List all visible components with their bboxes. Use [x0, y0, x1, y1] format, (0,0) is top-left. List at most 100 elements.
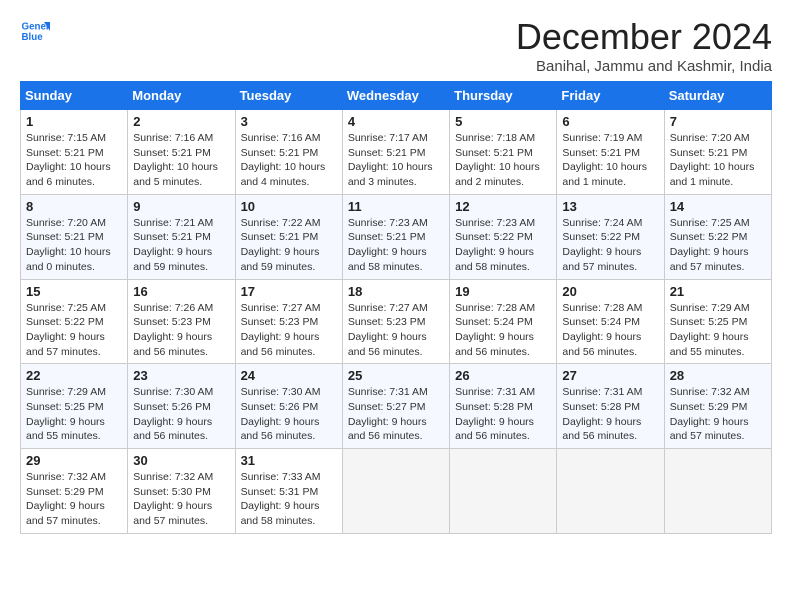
- header-row: SundayMondayTuesdayWednesdayThursdayFrid…: [21, 82, 772, 110]
- day-cell: 11 Sunrise: 7:23 AM Sunset: 5:21 PM Dayli…: [342, 194, 449, 279]
- day-info: Sunrise: 7:20 AM Sunset: 5:21 PM Dayligh…: [26, 216, 122, 275]
- day-number: 29: [26, 453, 122, 468]
- day-cell: 28 Sunrise: 7:32 AM Sunset: 5:29 PM Dayli…: [664, 364, 771, 449]
- day-number: 11: [348, 199, 444, 214]
- day-cell: 5 Sunrise: 7:18 AM Sunset: 5:21 PM Daylig…: [450, 110, 557, 195]
- day-info: Sunrise: 7:31 AM Sunset: 5:27 PM Dayligh…: [348, 385, 444, 444]
- day-info: Sunrise: 7:31 AM Sunset: 5:28 PM Dayligh…: [562, 385, 658, 444]
- day-number: 19: [455, 284, 551, 299]
- day-cell: 13Sunrise: 7:24 AM Sunset: 5:22 PM Dayli…: [557, 194, 664, 279]
- day-info: Sunrise: 7:20 AM Sunset: 5:21 PM Dayligh…: [670, 131, 766, 190]
- day-cell: 26 Sunrise: 7:31 AM Sunset: 5:28 PM Dayli…: [450, 364, 557, 449]
- day-number: 17: [241, 284, 337, 299]
- day-number: 27: [562, 368, 658, 383]
- header-cell-wednesday: Wednesday: [342, 82, 449, 110]
- day-cell: 12 Sunrise: 7:23 AM Sunset: 5:22 PM Dayli…: [450, 194, 557, 279]
- day-cell: 6 Sunrise: 7:19 AM Sunset: 5:21 PM Daylig…: [557, 110, 664, 195]
- day-number: 13: [562, 199, 658, 214]
- day-info: Sunrise: 7:19 AM Sunset: 5:21 PM Dayligh…: [562, 131, 658, 190]
- week-row-3: 15Sunrise: 7:25 AM Sunset: 5:22 PM Dayli…: [21, 279, 772, 364]
- header-cell-saturday: Saturday: [664, 82, 771, 110]
- day-number: 5: [455, 114, 551, 129]
- day-info: Sunrise: 7:28 AM Sunset: 5:24 PM Dayligh…: [455, 301, 551, 360]
- day-cell: 17 Sunrise: 7:27 AM Sunset: 5:23 PM Dayli…: [235, 279, 342, 364]
- week-row-1: 1Sunrise: 7:15 AM Sunset: 5:21 PM Daylig…: [21, 110, 772, 195]
- day-cell: 8 Sunrise: 7:20 AM Sunset: 5:21 PM Daylig…: [21, 194, 128, 279]
- day-info: Sunrise: 7:29 AM Sunset: 5:25 PM Dayligh…: [670, 301, 766, 360]
- day-info: Sunrise: 7:27 AM Sunset: 5:23 PM Dayligh…: [241, 301, 337, 360]
- day-number: 20: [562, 284, 658, 299]
- day-cell: 15Sunrise: 7:25 AM Sunset: 5:22 PM Dayli…: [21, 279, 128, 364]
- day-info: Sunrise: 7:21 AM Sunset: 5:21 PM Dayligh…: [133, 216, 229, 275]
- day-info: Sunrise: 7:26 AM Sunset: 5:23 PM Dayligh…: [133, 301, 229, 360]
- day-info: Sunrise: 7:28 AM Sunset: 5:24 PM Dayligh…: [562, 301, 658, 360]
- header-cell-friday: Friday: [557, 82, 664, 110]
- day-number: 15: [26, 284, 122, 299]
- page-header: General Blue December 2024 Banihal, Jamm…: [20, 16, 772, 75]
- week-row-4: 22 Sunrise: 7:29 AM Sunset: 5:25 PM Dayli…: [21, 364, 772, 449]
- day-cell: 2 Sunrise: 7:16 AM Sunset: 5:21 PM Daylig…: [128, 110, 235, 195]
- day-number: 23: [133, 368, 229, 383]
- day-info: Sunrise: 7:17 AM Sunset: 5:21 PM Dayligh…: [348, 131, 444, 190]
- day-number: 3: [241, 114, 337, 129]
- day-cell: 27 Sunrise: 7:31 AM Sunset: 5:28 PM Dayli…: [557, 364, 664, 449]
- day-info: Sunrise: 7:32 AM Sunset: 5:29 PM Dayligh…: [26, 470, 122, 529]
- day-info: Sunrise: 7:16 AM Sunset: 5:21 PM Dayligh…: [133, 131, 229, 190]
- day-info: Sunrise: 7:27 AM Sunset: 5:23 PM Dayligh…: [348, 301, 444, 360]
- calendar-table: SundayMondayTuesdayWednesdayThursdayFrid…: [20, 81, 772, 534]
- day-cell: 16 Sunrise: 7:26 AM Sunset: 5:23 PM Dayli…: [128, 279, 235, 364]
- day-info: Sunrise: 7:16 AM Sunset: 5:21 PM Dayligh…: [241, 131, 337, 190]
- title-area: December 2024 Banihal, Jammu and Kashmir…: [516, 16, 772, 75]
- day-cell: 4 Sunrise: 7:17 AM Sunset: 5:21 PM Daylig…: [342, 110, 449, 195]
- day-info: Sunrise: 7:23 AM Sunset: 5:22 PM Dayligh…: [455, 216, 551, 275]
- day-info: Sunrise: 7:33 AM Sunset: 5:31 PM Dayligh…: [241, 470, 337, 529]
- day-cell: 14 Sunrise: 7:25 AM Sunset: 5:22 PM Dayli…: [664, 194, 771, 279]
- day-number: 25: [348, 368, 444, 383]
- day-number: 28: [670, 368, 766, 383]
- day-cell: [450, 449, 557, 534]
- header-cell-monday: Monday: [128, 82, 235, 110]
- day-info: Sunrise: 7:32 AM Sunset: 5:29 PM Dayligh…: [670, 385, 766, 444]
- day-number: 10: [241, 199, 337, 214]
- day-cell: [664, 449, 771, 534]
- day-number: 12: [455, 199, 551, 214]
- day-number: 24: [241, 368, 337, 383]
- day-info: Sunrise: 7:18 AM Sunset: 5:21 PM Dayligh…: [455, 131, 551, 190]
- day-number: 26: [455, 368, 551, 383]
- day-info: Sunrise: 7:30 AM Sunset: 5:26 PM Dayligh…: [133, 385, 229, 444]
- day-cell: 29 Sunrise: 7:32 AM Sunset: 5:29 PM Dayli…: [21, 449, 128, 534]
- day-cell: 23 Sunrise: 7:30 AM Sunset: 5:26 PM Dayli…: [128, 364, 235, 449]
- day-number: 9: [133, 199, 229, 214]
- day-number: 14: [670, 199, 766, 214]
- day-info: Sunrise: 7:31 AM Sunset: 5:28 PM Dayligh…: [455, 385, 551, 444]
- header-cell-thursday: Thursday: [450, 82, 557, 110]
- week-row-5: 29 Sunrise: 7:32 AM Sunset: 5:29 PM Dayli…: [21, 449, 772, 534]
- day-number: 22: [26, 368, 122, 383]
- day-info: Sunrise: 7:23 AM Sunset: 5:21 PM Dayligh…: [348, 216, 444, 275]
- day-number: 4: [348, 114, 444, 129]
- day-number: 2: [133, 114, 229, 129]
- day-number: 31: [241, 453, 337, 468]
- day-number: 16: [133, 284, 229, 299]
- day-number: 1: [26, 114, 122, 129]
- day-cell: 9 Sunrise: 7:21 AM Sunset: 5:21 PM Daylig…: [128, 194, 235, 279]
- day-cell: 1Sunrise: 7:15 AM Sunset: 5:21 PM Daylig…: [21, 110, 128, 195]
- day-info: Sunrise: 7:22 AM Sunset: 5:21 PM Dayligh…: [241, 216, 337, 275]
- day-number: 6: [562, 114, 658, 129]
- day-number: 8: [26, 199, 122, 214]
- day-cell: 3 Sunrise: 7:16 AM Sunset: 5:21 PM Daylig…: [235, 110, 342, 195]
- logo: General Blue: [20, 16, 50, 46]
- day-info: Sunrise: 7:30 AM Sunset: 5:26 PM Dayligh…: [241, 385, 337, 444]
- day-cell: 22 Sunrise: 7:29 AM Sunset: 5:25 PM Dayli…: [21, 364, 128, 449]
- day-number: 7: [670, 114, 766, 129]
- location-subtitle: Banihal, Jammu and Kashmir, India: [516, 58, 772, 75]
- svg-text:Blue: Blue: [22, 32, 44, 43]
- day-cell: 19 Sunrise: 7:28 AM Sunset: 5:24 PM Dayli…: [450, 279, 557, 364]
- day-cell: [342, 449, 449, 534]
- day-cell: 25 Sunrise: 7:31 AM Sunset: 5:27 PM Dayli…: [342, 364, 449, 449]
- day-number: 21: [670, 284, 766, 299]
- day-info: Sunrise: 7:29 AM Sunset: 5:25 PM Dayligh…: [26, 385, 122, 444]
- header-cell-sunday: Sunday: [21, 82, 128, 110]
- day-cell: 10 Sunrise: 7:22 AM Sunset: 5:21 PM Dayli…: [235, 194, 342, 279]
- day-info: Sunrise: 7:25 AM Sunset: 5:22 PM Dayligh…: [670, 216, 766, 275]
